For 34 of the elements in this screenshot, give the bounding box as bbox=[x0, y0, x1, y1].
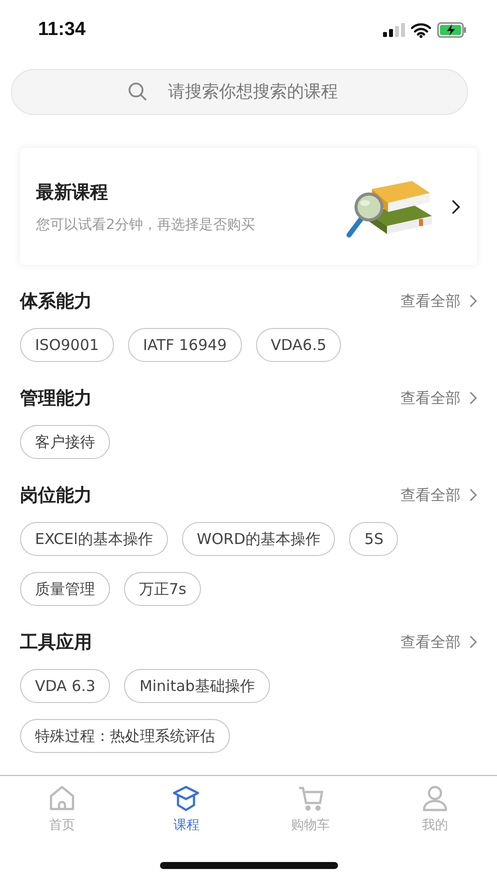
course-tag[interactable]: WORD的基本操作 bbox=[182, 522, 336, 556]
course-tag[interactable]: ISO9001 bbox=[20, 328, 114, 362]
course-tag[interactable]: 万正7s bbox=[124, 572, 202, 606]
chevron-right-icon bbox=[451, 198, 461, 214]
course-tag[interactable]: 质量管理 bbox=[20, 572, 110, 606]
course-tag[interactable]: Minitab基础操作 bbox=[124, 669, 270, 703]
status-time: 11:34 bbox=[38, 19, 86, 41]
wifi-icon bbox=[411, 22, 431, 38]
promo-subtitle: 您可以试看2分钟，再选择是否购买 bbox=[36, 216, 256, 234]
view-all-link[interactable]: 查看全部 bbox=[400, 292, 461, 310]
course-tag[interactable]: 5S bbox=[349, 522, 398, 556]
course-tag[interactable]: EXCEl的基本操作 bbox=[20, 522, 168, 556]
section-title: 体系能力 bbox=[20, 290, 92, 313]
signal-icon bbox=[383, 23, 405, 37]
promo-title: 最新课程 bbox=[36, 180, 109, 204]
course-tag[interactable]: 客户接待 bbox=[20, 425, 110, 459]
view-all-link[interactable]: 查看全部 bbox=[400, 632, 461, 652]
course-tag[interactable]: VDA 6.3 bbox=[20, 669, 110, 703]
section-title: 岗位能力 bbox=[20, 484, 92, 507]
chevron-right-icon bbox=[468, 488, 477, 502]
course-tag[interactable]: IATF 16949 bbox=[128, 328, 242, 362]
promo-card[interactable]: 最新课程 您可以试看2分钟，再选择是否购买 bbox=[20, 148, 477, 265]
section-title: 工具应用 bbox=[20, 631, 92, 654]
chevron-right-icon bbox=[468, 635, 477, 649]
tab-bar-item[interactable]: 课程 bbox=[124, 776, 248, 840]
course-tag[interactable]: VDA6.5 bbox=[256, 328, 342, 362]
battery-charging-icon bbox=[437, 22, 467, 38]
view-all-link[interactable]: 查看全部 bbox=[400, 388, 461, 408]
search-field[interactable]: 请搜索你想搜索的课程 bbox=[11, 69, 468, 115]
chevron-right-icon bbox=[468, 391, 477, 405]
view-all-link[interactable]: 查看全部 bbox=[400, 486, 461, 504]
section-title: 管理能力 bbox=[20, 387, 92, 410]
chevron-right-icon bbox=[468, 294, 477, 308]
course-tag[interactable]: 特殊过程：热处理系统评估 bbox=[20, 719, 230, 753]
